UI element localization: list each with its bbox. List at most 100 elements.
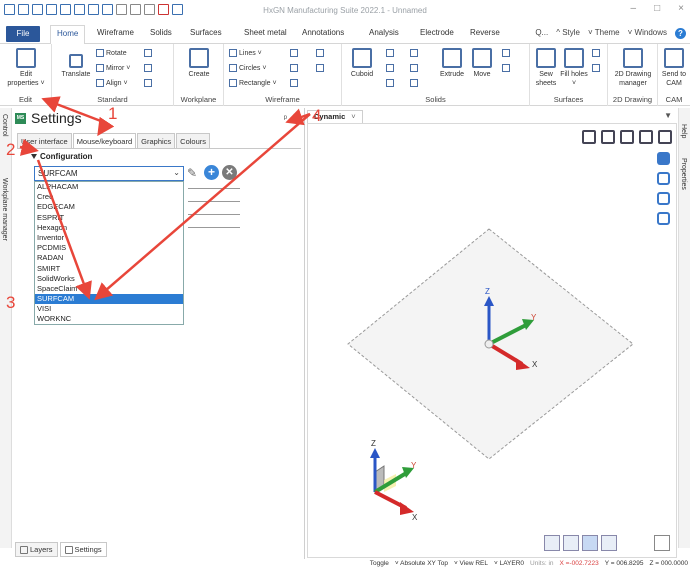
tab-layers[interactable]: Layers (15, 541, 58, 557)
dropdown-option[interactable]: SolidWorks (35, 274, 183, 284)
cursor-mode-icon[interactable] (654, 535, 670, 551)
surface-tool-1-icon[interactable] (592, 49, 602, 57)
mirror-button[interactable]: Mirror ˅ (96, 64, 130, 72)
align-button[interactable]: Align ˅ (96, 79, 128, 87)
workplane-manager-tab[interactable]: Workplane manager (1, 178, 8, 241)
dropdown-option[interactable]: SMIRT (35, 264, 183, 274)
tab-annotations[interactable]: Annotations (302, 28, 344, 37)
toggle-button[interactable]: Toggle (370, 560, 389, 567)
dropdown-option[interactable]: Creo (35, 192, 183, 202)
sew-sheets-button[interactable]: Sew sheets (532, 48, 560, 88)
properties-tab[interactable]: Properties (680, 158, 687, 190)
tab-solids[interactable]: Solids (150, 28, 172, 37)
dropdown-option[interactable]: SURFCAM (35, 294, 183, 305)
tab-wireframe[interactable]: Wireframe (97, 28, 134, 37)
solid-tool-1-icon[interactable] (386, 49, 396, 57)
surface-tool-2-icon[interactable] (592, 64, 602, 72)
spline-tool-icon[interactable] (290, 79, 300, 87)
tab-sheet-metal[interactable]: Sheet metal (244, 28, 287, 37)
minimize-button[interactable]: – (631, 3, 637, 14)
move-button[interactable]: Move (468, 48, 496, 79)
dropdown-option[interactable]: ESPRIT (35, 213, 183, 223)
maximize-button[interactable]: □ (654, 3, 660, 14)
curve-tool-icon[interactable] (290, 64, 300, 72)
edit-properties-button[interactable]: Edit properties ˅ (6, 48, 46, 88)
copy-tool-icon[interactable] (144, 64, 154, 72)
control-tab[interactable]: Control (1, 114, 8, 137)
dropdown-option[interactable]: RADAN (35, 253, 183, 263)
fillet-tool-icon[interactable] (316, 64, 326, 72)
camera-view-icon[interactable] (544, 535, 560, 551)
layer-selector[interactable]: ˅ LAYER0 (494, 560, 524, 567)
search-box[interactable]: Q... (535, 28, 548, 39)
iso-view-icon[interactable] (582, 535, 598, 551)
solid-tool-6-icon[interactable] (410, 79, 420, 87)
tab-reverse[interactable]: Reverse (470, 28, 500, 37)
configuration-section[interactable]: Configuration (31, 152, 92, 161)
remove-configuration-button[interactable]: ✕ (222, 165, 237, 180)
theme-menu[interactable]: ˅ Theme (588, 28, 620, 39)
dropdown-option[interactable]: VISI (35, 304, 183, 314)
pin-icon[interactable]: ᵖ (284, 113, 287, 123)
tab-mouse-keyboard[interactable]: Mouse/keyboard (72, 133, 137, 149)
create-workplane-button[interactable]: Create (183, 48, 215, 79)
view-selector[interactable]: ˅ Absolute XY Top (395, 560, 448, 567)
box-view-icon[interactable] (563, 535, 579, 551)
tab-electrode[interactable]: Electrode (420, 28, 454, 37)
solid-tool-2-icon[interactable] (386, 64, 396, 72)
drawing-manager-button[interactable]: 2D Drawing manager (611, 48, 655, 88)
hidden-field-line (188, 201, 240, 202)
translate-button[interactable]: Translate (60, 54, 92, 79)
paste-tool-icon[interactable] (144, 79, 154, 87)
text-tool-icon[interactable] (290, 49, 300, 57)
rotate-button[interactable]: Rotate (96, 49, 127, 57)
dropdown-option[interactable]: SpaceClaim (35, 284, 183, 294)
dropdown-option[interactable]: PCDMIS (35, 243, 183, 253)
close-button[interactable]: × (678, 3, 684, 14)
lines-button[interactable]: Lines ˅ (229, 49, 262, 57)
dropdown-option[interactable]: Hexagon (35, 223, 183, 233)
solid-tool-4-icon[interactable] (410, 49, 420, 57)
help-tab[interactable]: Help (680, 124, 687, 138)
cut-tool-icon[interactable] (144, 49, 154, 57)
rectangle-button[interactable]: Rectangle ˅ (229, 79, 277, 87)
tab-surfaces[interactable]: Surfaces (190, 28, 222, 37)
ribbon: Edit properties ˅ Edit Translate Rotate … (0, 44, 690, 106)
solid-tool-8-icon[interactable] (502, 64, 512, 72)
right-dock-strip: Help Properties (678, 108, 690, 548)
tab-colours[interactable]: Colours (176, 133, 210, 149)
tab-user-interface[interactable]: User interface (17, 133, 72, 149)
view-rel-selector[interactable]: ˅ View REL (454, 560, 488, 567)
dropdown-option[interactable]: Inventor (35, 233, 183, 243)
tab-graphics[interactable]: Graphics (137, 133, 176, 149)
circles-button[interactable]: Circles ˅ (229, 64, 266, 72)
extrude-button[interactable]: Extrude (436, 48, 468, 79)
tab-analysis[interactable]: Analysis (369, 28, 399, 37)
send-to-cam-button[interactable]: Send to CAM (660, 48, 688, 88)
solid-tool-5-icon[interactable] (410, 64, 420, 72)
dropdown-option[interactable]: WORKNC (35, 314, 183, 324)
graphics-viewport[interactable]: Z Y X Z Y X (307, 123, 677, 558)
panel-close-icon[interactable]: × (293, 111, 299, 123)
cuboid-button[interactable]: Cuboid (346, 48, 378, 79)
viewport-menu-arrow[interactable]: ▼ (664, 111, 672, 120)
tab-home[interactable]: Home (50, 25, 86, 45)
grid-view-icon[interactable] (601, 535, 617, 551)
windows-menu[interactable]: ˅ Windows (628, 28, 667, 39)
x-axis-label: X (532, 360, 538, 369)
configuration-select[interactable]: SURFCAM ⌄ (34, 166, 184, 181)
solid-tool-3-icon[interactable] (386, 79, 396, 87)
tab-file[interactable]: File (6, 26, 40, 42)
add-configuration-button[interactable]: + (204, 165, 219, 180)
extrude-icon (442, 48, 462, 68)
edit-pencil-icon[interactable]: ✎ (187, 166, 197, 180)
origin-sphere (484, 339, 494, 349)
dropdown-option[interactable]: EDGECAM (35, 202, 183, 212)
fill-holes-button[interactable]: Fill holes ˅ (560, 48, 588, 88)
tab-settings[interactable]: Settings (59, 541, 107, 557)
trim-tool-icon[interactable] (316, 49, 326, 57)
dropdown-option[interactable]: ALPHACAM (35, 182, 183, 192)
solid-tool-7-icon[interactable] (502, 49, 512, 57)
help-icon[interactable]: ? (675, 28, 686, 39)
style-menu[interactable]: ^ Style (556, 28, 580, 39)
